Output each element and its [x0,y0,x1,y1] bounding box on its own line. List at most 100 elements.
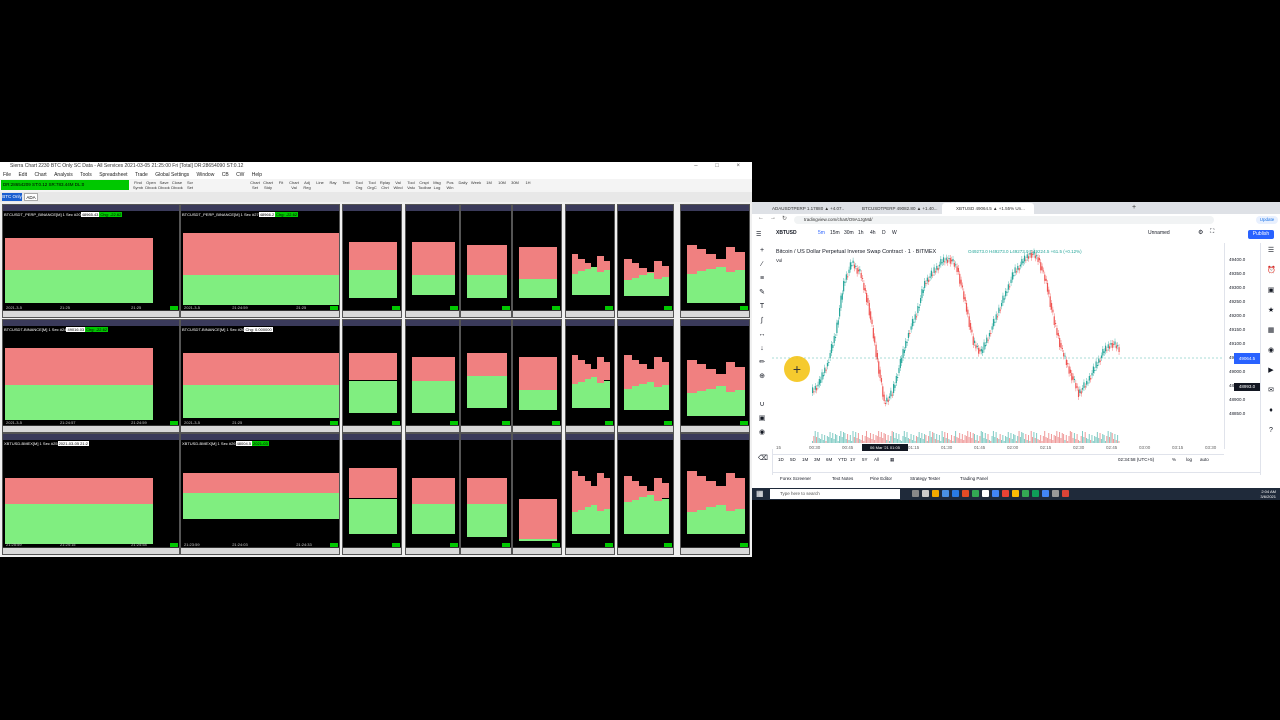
calendar-icon[interactable]: ▦ [1267,327,1275,335]
ideas-icon[interactable]: ◉ [1267,347,1275,355]
chart-tile[interactable] [680,433,750,555]
toolbar-button[interactable]: Chart Set [249,180,261,191]
scale-option[interactable]: % [1172,457,1176,462]
chart-tile[interactable] [512,433,562,555]
chart-tile[interactable] [405,204,460,318]
taskbar-app-icon[interactable] [1042,490,1049,497]
taskbar-app-icon[interactable] [942,490,949,497]
chart-tile[interactable] [565,319,615,433]
tile-scrollbar[interactable] [681,426,749,432]
bottom-tab[interactable]: Text Notes [832,476,853,481]
menu-analysis[interactable]: Analysis [54,172,73,178]
toolbar-button[interactable]: 1H [522,180,534,191]
lock-icon[interactable]: ▣ [758,415,766,423]
interval-w[interactable]: W [892,230,897,236]
streams-icon[interactable]: ▶ [1267,367,1275,375]
back-arrow-icon[interactable]: ← [758,215,764,221]
chart-tile[interactable]: BTCUSDT-BINANCE[M] 1 Sec #26Chg: 0.00000… [180,319,340,433]
taskbar-app-icon[interactable] [932,490,939,497]
settings-gear-icon[interactable]: ⚙ [1198,229,1203,236]
chart-tile[interactable] [565,433,615,555]
range-button[interactable]: 5Y [862,457,868,462]
tile-scrollbar[interactable] [181,548,339,554]
pattern-icon[interactable]: ∫ [758,317,766,325]
chart-tile[interactable]: BTCUSDT_PERP_BINANCE[M] 1 Sec #2048965.4… [2,204,180,318]
range-button[interactable]: 6M [826,457,832,462]
menu-cw[interactable]: CW [236,172,244,178]
tile-scrollbar[interactable] [343,548,401,554]
interval-30m[interactable]: 30m [844,230,854,236]
taskbar-app-icon[interactable] [1002,490,1009,497]
taskbar-app-icon[interactable] [922,490,929,497]
bottom-tab[interactable]: Forex Screener [780,476,811,481]
range-button[interactable]: 5D [790,457,796,462]
taskbar-app-icon[interactable] [1052,490,1059,497]
tile-scrollbar[interactable] [513,426,561,432]
menu-chart[interactable]: Chart [34,172,46,178]
trendline-icon[interactable]: ∕ [758,261,766,269]
toolbar-button[interactable]: Chart Val [288,180,300,191]
symbol-search[interactable]: XBTUSD [776,230,797,236]
range-button[interactable]: 1D [778,457,784,462]
scale-option[interactable]: log [1186,457,1192,462]
toolbar-button[interactable]: Chart Stdy [262,180,274,191]
chart-tile[interactable]: BTCUSDT_PERP_BINANCE[M] 1 Sec #2748966.2… [180,204,340,318]
taskbar-app-icon[interactable] [972,490,979,497]
eye-icon[interactable]: ◉ [758,429,766,437]
chart-tile[interactable] [512,204,562,318]
data-window-icon[interactable]: ▣ [1267,287,1275,295]
arrow-down-icon[interactable]: ↓ [758,345,766,353]
interval-4h[interactable]: 4h [870,230,876,236]
tile-scrollbar[interactable] [513,548,561,554]
interval-d[interactable]: D [882,230,886,236]
tile-scrollbar[interactable] [681,548,749,554]
tile-scrollbar[interactable] [461,311,511,317]
tile-scrollbar[interactable] [618,548,673,554]
tab-btc-only[interactable]: BTC Only [2,193,22,201]
taskbar-app-icon[interactable] [1022,490,1029,497]
tile-scrollbar[interactable] [343,426,401,432]
toolbar-button[interactable]: Open Dbook [145,180,157,191]
help-icon[interactable]: ? [1267,427,1275,435]
chart-tile[interactable] [680,319,750,433]
measure-icon[interactable]: ↔ [758,331,766,339]
calendar-range-icon[interactable]: ▦ [890,457,894,463]
toolbar-button[interactable]: Daily [457,180,469,191]
toolbar-button[interactable]: 1M [483,180,495,191]
range-button[interactable]: All [874,457,879,462]
menu-file[interactable]: File [3,172,11,178]
toolbar-button[interactable]: Week [470,180,482,191]
bottom-tab[interactable]: Trading Panel [960,476,988,481]
taskbar-app-icon[interactable] [1032,490,1039,497]
tile-scrollbar[interactable] [566,311,614,317]
tile-scrollbar[interactable] [406,426,459,432]
bottom-tab[interactable]: Pine Editor [870,476,892,481]
text-tool-icon[interactable]: T [758,303,766,311]
chart-tile[interactable]: XBTUSD-BMEX[M] 1 Sec #2648004.5 2021-03 21… [180,433,340,555]
price-scale[interactable]: 49400.0 49350.0 49300.0 49250.0 49200.0 49150… [1224,243,1261,449]
toolbar-button[interactable]: Rplay Chrt [379,180,391,191]
tile-scrollbar[interactable] [566,426,614,432]
toolbar-button[interactable]: Line [314,180,326,191]
tile-scrollbar[interactable] [181,426,339,432]
tile-scrollbar[interactable] [3,426,179,432]
toolbar-button[interactable]: Tool Org [353,180,365,191]
chart-tile[interactable] [565,204,615,318]
time-axis[interactable]: 1500:3000:4501:0001:1501:3001:4502:0002:… [772,444,1224,452]
fib-icon[interactable]: ≡ [758,275,766,283]
chart-tile[interactable]: XBTUSD-BMEX[M] 1 Sec #252021-03-05 21:2 2… [2,433,180,555]
chart-tile[interactable] [617,319,674,433]
chart-tile[interactable] [617,433,674,555]
range-button[interactable]: 3M [814,457,820,462]
new-tab-plus-icon[interactable]: + [1132,204,1136,212]
tile-scrollbar[interactable] [681,311,749,317]
url-input[interactable]: tradingview.com/chart/O9A1JgMd/ [794,215,1214,224]
chart-tile[interactable] [342,319,402,433]
chart-tile[interactable] [460,319,512,433]
chart-tile[interactable] [460,433,512,555]
toolbar-button[interactable]: Ray [327,180,339,191]
crosshair-icon[interactable]: + [758,247,766,255]
tile-scrollbar[interactable] [618,311,673,317]
menu-help[interactable]: Help [252,172,262,178]
toolbar-button[interactable]: Crspt Toolbar [418,180,431,191]
